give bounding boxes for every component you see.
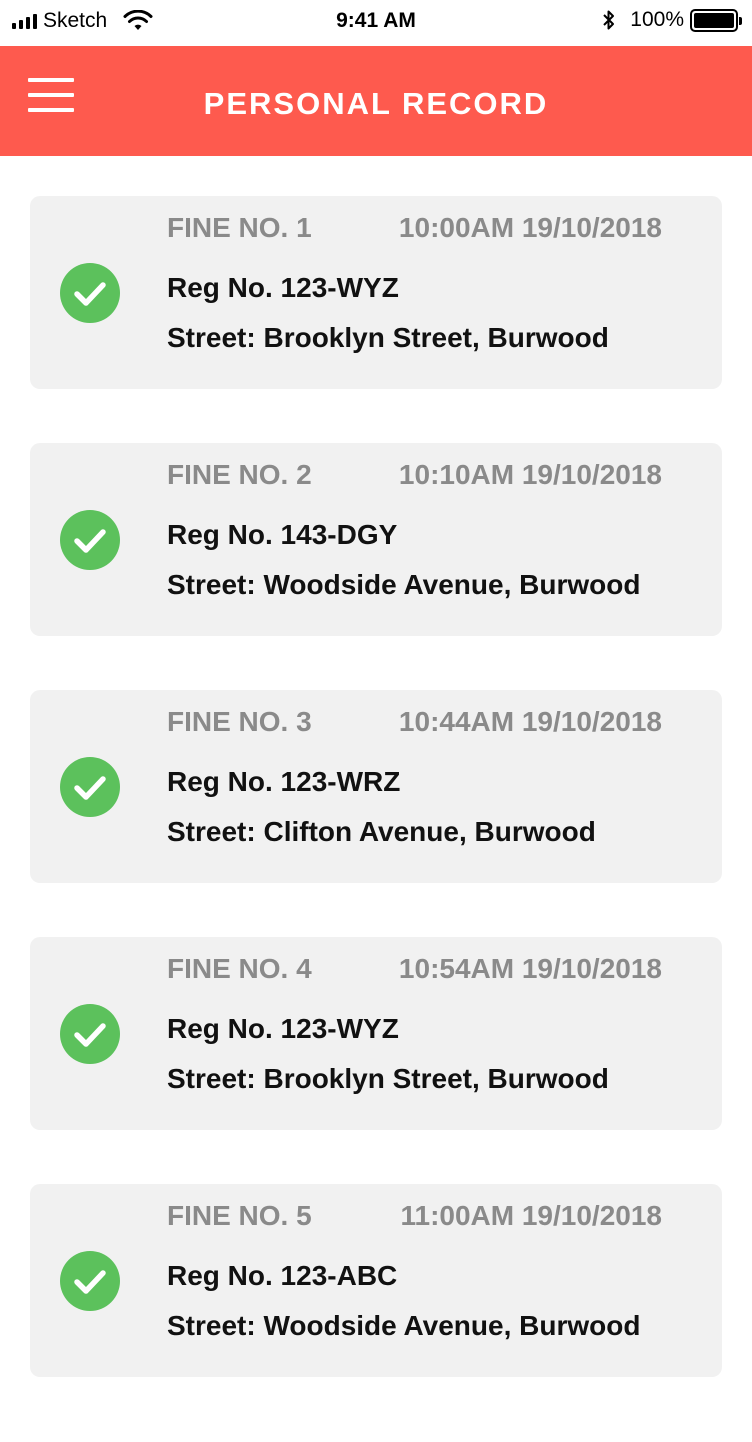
record-card[interactable]: FINE NO. 3 10:44AM 19/10/2018 Reg No. 12…: [30, 690, 722, 883]
fine-datetime: 10:00AM 19/10/2018: [398, 212, 662, 243]
record-card[interactable]: FINE NO. 2 10:10AM 19/10/2018 Reg No. 14…: [30, 443, 722, 636]
registration-number: Reg No. 123-WYZ: [167, 1013, 399, 1044]
fine-datetime: 10:10AM 19/10/2018: [398, 459, 662, 490]
registration-number: Reg No. 143-DGY: [167, 519, 398, 550]
record-card[interactable]: FINE NO. 4 10:54AM 19/10/2018 Reg No. 12…: [30, 937, 722, 1130]
page-title: PERSONAL RECORD: [203, 86, 549, 121]
battery-icon: [690, 8, 742, 32]
street-address: Street: Woodside Avenue, Burwood: [167, 1310, 641, 1341]
check-circle-icon: [60, 1004, 120, 1064]
fine-datetime: 10:54AM 19/10/2018: [398, 953, 662, 984]
fine-number: FINE NO. 4: [167, 953, 312, 984]
street-address: Street: Brooklyn Street, Burwood: [167, 322, 609, 353]
record-card[interactable]: FINE NO. 5 11:00AM 19/10/2018 Reg No. 12…: [30, 1184, 722, 1377]
fine-number: FINE NO. 3: [167, 706, 312, 737]
record-header: FINE NO. 5 11:00AM 19/10/2018: [167, 1200, 662, 1232]
record-header: FINE NO. 3 10:44AM 19/10/2018: [167, 706, 662, 738]
fine-number: FINE NO. 2: [167, 459, 312, 490]
street-address: Street: Woodside Avenue, Burwood: [167, 569, 641, 600]
bluetooth-icon: [603, 10, 615, 30]
fine-datetime: 11:00AM 19/10/2018: [400, 1200, 662, 1231]
status-bar: Sketch 9:41 AM 100%: [0, 0, 752, 46]
street-address: Street: Clifton Avenue, Burwood: [167, 816, 596, 847]
record-list: FINE NO. 1 10:00AM 19/10/2018 Reg No. 12…: [30, 196, 722, 1431]
registration-number: Reg No. 123-WYZ: [167, 272, 399, 303]
app-header: PERSONAL RECORD: [0, 46, 752, 156]
fine-datetime: 10:44AM 19/10/2018: [398, 706, 662, 737]
registration-number: Reg No. 123-WRZ: [167, 766, 401, 797]
record-header: FINE NO. 1 10:00AM 19/10/2018: [167, 212, 662, 244]
registration-number: Reg No. 123-ABC: [167, 1260, 398, 1291]
status-right: 100%: [602, 8, 742, 32]
fine-number: FINE NO. 1: [167, 212, 312, 243]
check-circle-icon: [60, 510, 120, 570]
record-card[interactable]: FINE NO. 1 10:00AM 19/10/2018 Reg No. 12…: [30, 196, 722, 389]
street-address: Street: Brooklyn Street, Burwood: [167, 1063, 609, 1094]
record-header: FINE NO. 2 10:10AM 19/10/2018: [167, 459, 662, 491]
check-circle-icon: [60, 757, 120, 817]
check-circle-icon: [60, 1251, 120, 1311]
check-circle-icon: [60, 263, 120, 323]
battery-percent: 100%: [630, 8, 684, 31]
record-header: FINE NO. 4 10:54AM 19/10/2018: [167, 953, 662, 985]
fine-number: FINE NO. 5: [167, 1200, 312, 1231]
